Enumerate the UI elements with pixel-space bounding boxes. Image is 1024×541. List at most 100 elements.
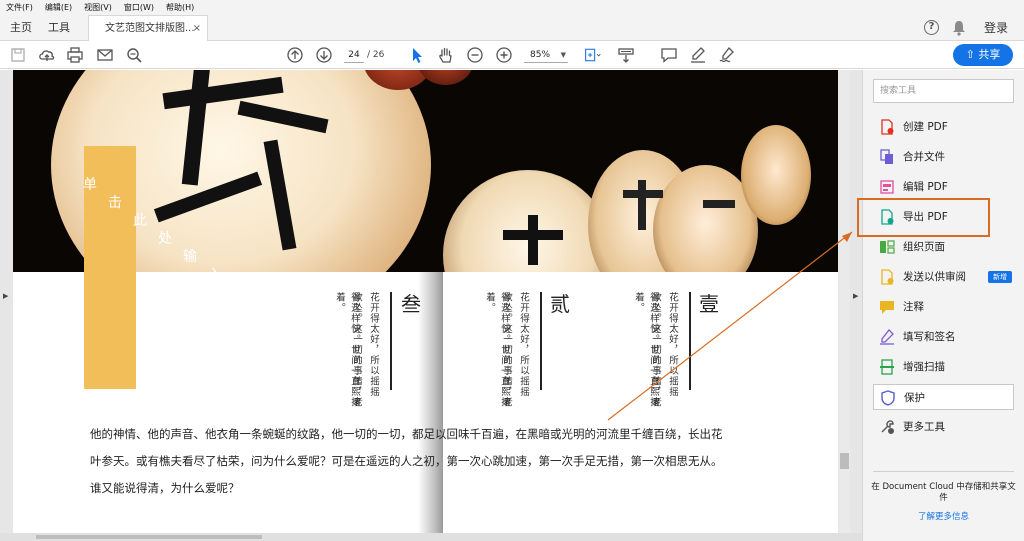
learn-more-link[interactable]: 了解更多信息: [871, 510, 1016, 522]
combine-files-icon: [880, 149, 893, 164]
poem-rule: [540, 292, 542, 390]
zoom-value: 85%: [530, 50, 551, 60]
login-link[interactable]: 登录: [984, 15, 1008, 41]
title-char: 单: [83, 177, 97, 193]
tab-bar: 主页 工具 文艺范图文排版图... × ? 登录: [0, 15, 1024, 42]
sign-icon[interactable]: [718, 46, 736, 64]
menu-window[interactable]: 窗口(W): [124, 0, 154, 15]
save-icon[interactable]: [9, 46, 27, 64]
tool-label: 更多工具: [903, 421, 945, 433]
enhance-scan-icon: [880, 359, 894, 375]
left-pane-toggle-icon[interactable]: ▶: [3, 292, 8, 300]
highlight-pen-icon[interactable]: [689, 46, 707, 64]
select-cursor-icon[interactable]: [408, 46, 426, 64]
title-char: 处: [158, 231, 172, 247]
tool-label: 创建 PDF: [903, 121, 948, 133]
search-tools-input[interactable]: 搜索工具: [873, 79, 1014, 103]
edit-pdf-icon: [880, 180, 894, 194]
tool-comment[interactable]: 注释: [873, 294, 1014, 320]
lantern-photo: [13, 70, 838, 272]
tool-create-pdf[interactable]: 创建 PDF: [873, 114, 1014, 140]
divider: [873, 471, 1014, 472]
paragraph-line: 他的神情、他的声音、他衣角一条蜿蜒的纹路，他一切的一切，都足以回味千百遍，在黑暗…: [90, 427, 723, 441]
poem-column: 花开得太好，所以摇摇: [368, 292, 379, 397]
paragraph-line: 谁又能说得清，为什么爱呢？: [90, 481, 240, 495]
cloud-upload-icon[interactable]: [38, 46, 56, 64]
tool-send-review[interactable]: 发送以供审阅 新增: [873, 264, 1014, 290]
tool-label: 合并文件: [903, 151, 945, 163]
close-icon[interactable]: ×: [193, 16, 201, 42]
organize-pages-icon: [880, 240, 895, 254]
scrollbar-thumb[interactable]: [840, 453, 849, 469]
title-char: 入: [208, 267, 222, 283]
tool-more-tools[interactable]: 更多工具: [873, 414, 1014, 440]
poem-heading-1: 壹: [699, 292, 719, 316]
chevron-down-icon: ▼: [560, 51, 566, 59]
tool-enhance-scan[interactable]: 增强扫描: [873, 354, 1014, 380]
tab-tools[interactable]: 工具: [48, 15, 70, 41]
fit-page-icon[interactable]: [582, 46, 604, 64]
email-icon[interactable]: [96, 46, 114, 64]
menu-bar: 文件(F) 编辑(E) 视图(V) 窗口(W) 帮助(H): [0, 0, 1024, 15]
horizontal-scrollbar-thumb[interactable]: [36, 535, 262, 539]
tool-label: 发送以供审阅: [903, 271, 966, 283]
poem-heading-2: 贰: [550, 292, 570, 316]
zoom-select[interactable]: 85% ▼: [524, 47, 568, 63]
tab-document-label: 文艺范图文排版图...: [105, 23, 195, 34]
document-area: ▶ 单 击 此 处 输 入 叁 花开得太好，所以摇摇 欲坠。这一切的事情，老 得…: [0, 70, 862, 541]
zoom-search-icon[interactable]: [125, 46, 143, 64]
share-button[interactable]: ⇧ 共享: [953, 44, 1013, 66]
poem-column: 得这样快。世间一直熙攘着。: [484, 292, 510, 408]
next-page-icon[interactable]: [315, 46, 333, 64]
annotation-highlight-box: [857, 198, 990, 237]
poem-column: 得这样快。世间一直熙攘着。: [334, 292, 360, 408]
menu-help[interactable]: 帮助(H): [166, 0, 194, 15]
title-char: 击: [108, 195, 122, 211]
share-label: 共享: [978, 48, 1001, 61]
right-pane-toggle-icon[interactable]: ▶: [853, 292, 858, 300]
menu-edit[interactable]: 编辑(E): [45, 0, 72, 15]
comment-icon[interactable]: [660, 46, 678, 64]
more-tools-icon: [881, 420, 894, 434]
tool-label: 增强扫描: [903, 361, 945, 373]
paragraph-line: 叶参天。或有樵夫看尽了枯荣，问为什么爱呢？可是在遥远的人之初，第一次心跳加速，第…: [90, 454, 723, 468]
hand-tool-icon[interactable]: [437, 46, 455, 64]
tool-edit-pdf[interactable]: 编辑 PDF: [873, 174, 1014, 200]
tool-fill-sign[interactable]: 填写和签名: [873, 324, 1014, 350]
new-badge: 新增: [988, 271, 1012, 283]
menu-file[interactable]: 文件(F): [6, 0, 33, 15]
menu-view[interactable]: 视图(V): [84, 0, 112, 15]
page-number-input[interactable]: 24: [344, 47, 364, 63]
tool-label: 填写和签名: [903, 331, 956, 343]
pdf-page: 单 击 此 处 输 入 叁 花开得太好，所以摇摇 欲坠。这一切的事情，老 得这样…: [13, 70, 838, 533]
tool-combine-files[interactable]: 合并文件: [873, 144, 1014, 170]
create-pdf-icon: [881, 119, 894, 135]
tab-document[interactable]: 文艺范图文排版图... ×: [88, 15, 208, 42]
fill-sign-icon: [880, 329, 894, 345]
bell-icon[interactable]: [952, 20, 966, 36]
poem-column: 花开得太好，所以摇摇: [667, 292, 678, 397]
prev-page-icon[interactable]: [286, 46, 304, 64]
keyboard-scroll-icon[interactable]: [617, 46, 635, 64]
protect-icon: [881, 390, 895, 406]
tool-protect[interactable]: 保护: [873, 384, 1014, 410]
poem-rule: [689, 292, 691, 390]
tool-label: 组织页面: [903, 241, 945, 253]
share-icon: ⇧: [965, 48, 979, 61]
tool-label: 保护: [904, 392, 925, 404]
cloud-info-text: 在 Document Cloud 中存储和共享文件: [871, 482, 1016, 503]
zoom-out-icon[interactable]: [466, 46, 484, 64]
print-icon[interactable]: [66, 46, 84, 64]
comment-icon: [880, 301, 894, 314]
tool-organize-pages[interactable]: 组织页面: [873, 234, 1014, 260]
toolbar: 24 / 26 85% ▼ ⇧ 共享: [0, 41, 1024, 69]
zoom-in-icon[interactable]: [495, 46, 513, 64]
tools-pane: 搜索工具 创建 PDF 合并文件 编辑 PDF 导出 PDF 组织页面 发送以供…: [862, 70, 1024, 541]
help-icon[interactable]: ?: [924, 20, 939, 35]
poem-rule: [390, 292, 392, 390]
page-total: / 26: [367, 50, 385, 60]
tab-home[interactable]: 主页: [10, 15, 32, 41]
title-char: 此: [133, 213, 147, 229]
title-char: 输: [183, 249, 197, 265]
poem-column: 花开得太好，所以摇摇: [518, 292, 529, 397]
